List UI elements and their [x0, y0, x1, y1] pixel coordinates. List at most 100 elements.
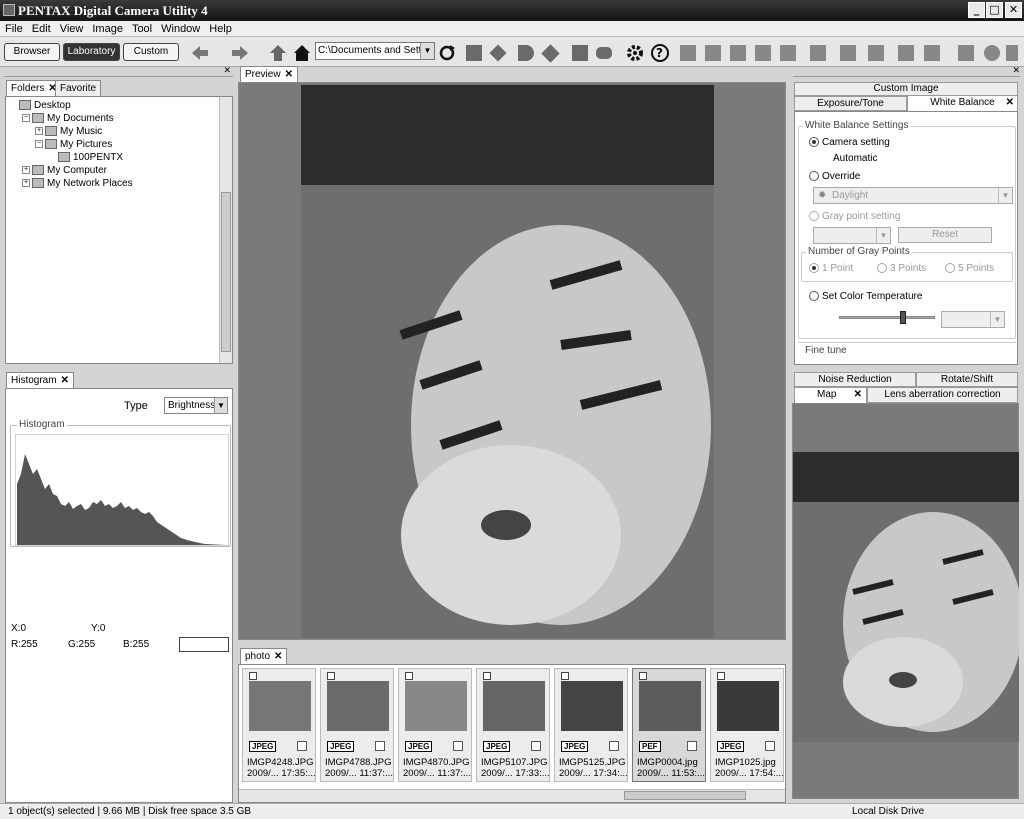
menu-tool[interactable]: Tool — [127, 21, 156, 35]
raw-icon[interactable] — [898, 45, 914, 61]
path-combo[interactable]: C:\Documents and Setting ▼ — [315, 42, 435, 60]
more-icon[interactable] — [1006, 45, 1018, 61]
chevron-down-icon[interactable]: ▼ — [214, 398, 227, 413]
thumbnail-item[interactable]: JPEG IMGP5125.JPG 2009/... 17:34:... — [554, 668, 628, 782]
forward-arrow-icon[interactable] — [232, 46, 248, 60]
collapse-icon[interactable]: − — [22, 114, 30, 123]
menu-edit[interactable]: Edit — [27, 21, 55, 35]
folder-icon[interactable] — [924, 45, 940, 61]
thumbnail-item[interactable]: JPEG IMGP4788.JPG 2009/... 11:37:... — [320, 668, 394, 782]
window-icon[interactable] — [868, 45, 884, 61]
close-icon[interactable]: ✕ — [1012, 65, 1020, 76]
collapse-icon[interactable]: − — [35, 140, 43, 149]
thumbnail-item[interactable]: JPEG IMGP4870.JPG 2009/... 11:37:... — [398, 668, 472, 782]
home-icon[interactable] — [294, 45, 310, 61]
select-checkbox[interactable] — [297, 741, 307, 751]
select-checkbox[interactable] — [531, 741, 541, 751]
camera-setting-radio[interactable]: Camera setting — [809, 137, 890, 148]
photo-scrollbar[interactable] — [239, 789, 785, 802]
tab-exposure-tone[interactable]: Exposure/Tone — [794, 96, 907, 111]
tab-histogram[interactable]: Histogram ✕ — [6, 372, 74, 388]
scroll-thumb[interactable] — [221, 192, 231, 352]
expand-icon[interactable]: + — [35, 127, 43, 136]
one-point-radio[interactable]: 1 Point — [809, 263, 853, 274]
minimize-button[interactable]: _ — [968, 2, 985, 18]
tree-item[interactable]: − My Documents — [9, 112, 133, 125]
tab-preview[interactable]: Preview ✕ — [240, 66, 298, 82]
menu-view[interactable]: View — [55, 21, 88, 35]
rotate-icon[interactable] — [755, 45, 771, 61]
undo-icon[interactable] — [680, 45, 696, 61]
navigator-area[interactable] — [792, 403, 1019, 799]
menu-help[interactable]: Help — [204, 21, 236, 35]
menu-file[interactable]: File — [0, 21, 27, 35]
menu-window[interactable]: Window — [156, 21, 204, 35]
paste-icon[interactable] — [730, 45, 746, 61]
search-icon[interactable] — [984, 45, 1000, 61]
help-icon[interactable]: ? — [650, 43, 670, 63]
tool-icon-6[interactable] — [596, 47, 612, 59]
select-checkbox[interactable] — [453, 741, 463, 751]
chevron-down-icon[interactable]: ▼ — [998, 188, 1012, 203]
gray-point-radio[interactable]: Gray point setting — [809, 211, 900, 222]
custom-mode-button[interactable]: Custom — [123, 43, 179, 61]
select-checkbox[interactable] — [609, 741, 619, 751]
chevron-down-icon[interactable]: ▼ — [876, 228, 890, 243]
thumbnail-item[interactable]: JPEG IMGP5107.JPG 2009/... 17:33:... — [476, 668, 550, 782]
reset-button[interactable]: Reset — [898, 227, 992, 243]
close-icon[interactable]: ✕ — [61, 375, 69, 386]
close-icon[interactable]: ✕ — [274, 651, 282, 662]
laboratory-mode-button[interactable]: Laboratory — [63, 43, 120, 61]
override-radio[interactable]: Override — [809, 171, 860, 182]
tab-folders[interactable]: Folders ✕ — [6, 80, 62, 96]
tool-icon-1[interactable] — [466, 45, 482, 61]
tree-item[interactable]: + My Music — [9, 125, 133, 138]
tab-map[interactable]: Map ✕ — [794, 387, 867, 403]
tool-icon-4[interactable] — [541, 44, 560, 63]
tool-icon-5[interactable] — [572, 45, 588, 61]
expand-icon[interactable]: + — [22, 179, 30, 188]
gear-icon[interactable] — [625, 43, 645, 63]
close-icon[interactable]: ✕ — [854, 388, 862, 402]
tree-item[interactable]: Desktop — [9, 99, 133, 112]
thumbnail-item[interactable]: JPEG IMGP4248.JPG 2009/... 17:35:... — [242, 668, 316, 782]
color-temperature-slider[interactable] — [839, 311, 935, 324]
delete-icon[interactable] — [780, 45, 796, 61]
tab-photo[interactable]: photo ✕ — [240, 648, 288, 664]
chevron-down-icon[interactable]: ▼ — [420, 43, 434, 59]
thumbnail-item[interactable]: JPEG IMGP1025.jpg 2009/... 17:54:... — [710, 668, 784, 782]
tool-icon-3[interactable] — [518, 45, 534, 61]
people-icon[interactable] — [810, 45, 826, 61]
tree-item[interactable]: + My Computer — [9, 164, 133, 177]
three-points-radio[interactable]: 3 Points — [877, 263, 926, 274]
close-icon[interactable]: ✕ — [223, 65, 231, 76]
maximize-button[interactable]: □ — [986, 2, 1003, 18]
preview-area[interactable] — [238, 82, 786, 640]
color-temperature-radio[interactable]: Set Color Temperature — [809, 291, 922, 302]
close-icon[interactable]: ✕ — [1006, 96, 1014, 110]
select-checkbox[interactable] — [687, 741, 697, 751]
thumbnail-item[interactable]: PEF IMGP0004.jpg 2009/... 11:53:... — [632, 668, 706, 782]
five-points-radio[interactable]: 5 Points — [945, 263, 994, 274]
tab-rotate-shift[interactable]: Rotate/Shift — [916, 372, 1018, 387]
tree-item[interactable]: + My Network Places — [9, 177, 133, 190]
close-button[interactable]: ✕ — [1005, 2, 1022, 18]
up-arrow-icon[interactable] — [270, 45, 286, 61]
back-arrow-icon[interactable] — [192, 46, 208, 60]
tree-item[interactable]: − My Pictures — [9, 138, 133, 151]
temperature-select[interactable]: ▼ — [941, 311, 1005, 328]
histogram-type-select[interactable]: Brightness ▼ — [164, 397, 228, 414]
refresh-icon[interactable] — [438, 44, 456, 62]
close-icon[interactable]: ✕ — [285, 69, 293, 80]
tab-white-balance[interactable]: White Balance ✕ — [907, 95, 1018, 111]
copy-icon[interactable] — [705, 45, 721, 61]
select-checkbox[interactable] — [375, 741, 385, 751]
tab-lens-aberration[interactable]: Lens aberration correction — [867, 387, 1018, 403]
daylight-select[interactable]: ✹ Daylight ▼ — [813, 187, 1013, 204]
fine-tune-label[interactable]: Fine tune — [805, 345, 847, 356]
tree-item[interactable]: 100PENTX — [9, 151, 133, 164]
browser-mode-button[interactable]: Browser — [4, 43, 60, 61]
panel-icon[interactable] — [958, 45, 974, 61]
menu-image[interactable]: Image — [87, 21, 127, 35]
select-checkbox[interactable] — [765, 741, 775, 751]
